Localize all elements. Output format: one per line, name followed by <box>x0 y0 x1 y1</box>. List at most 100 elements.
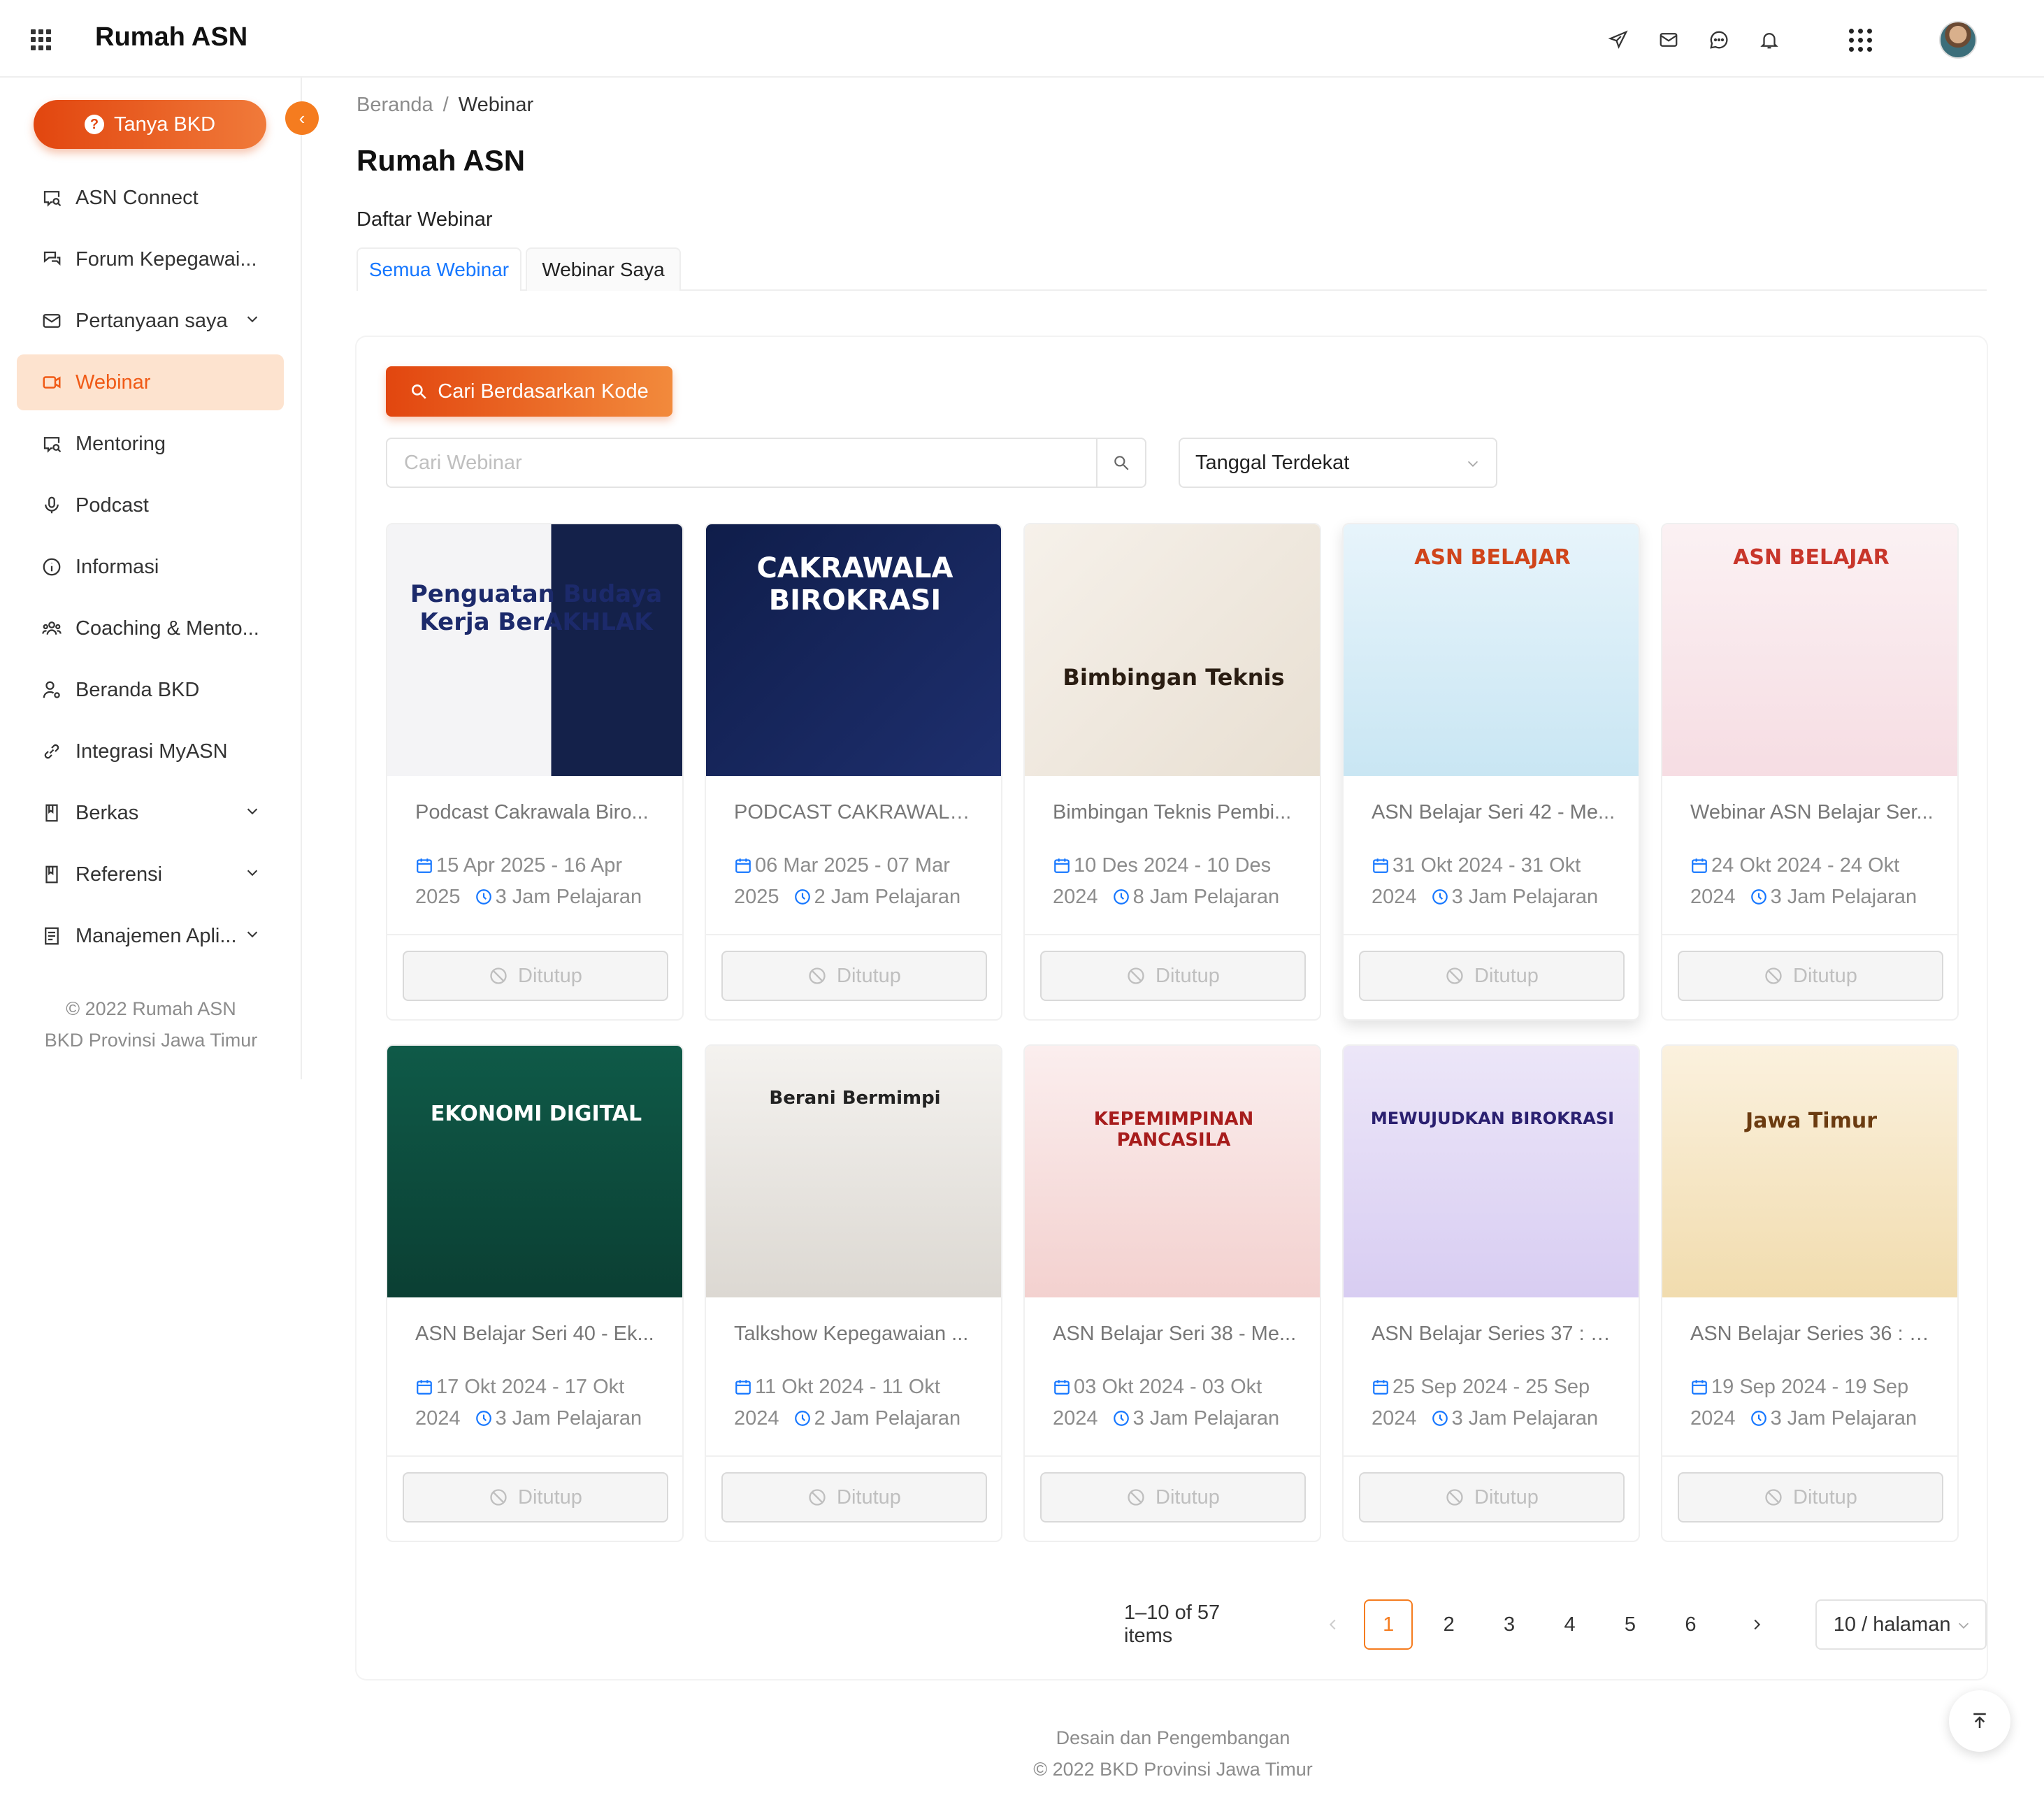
calendar-icon <box>1373 1380 1388 1395</box>
card-divider <box>1662 934 1957 935</box>
send-icon[interactable] <box>1606 27 1631 52</box>
users-icon <box>41 617 63 640</box>
closed-label: Ditutup <box>837 964 901 987</box>
pagination-total: 1–10 of 57 items <box>1124 1601 1221 1647</box>
webinar-card[interactable]: ASN BELAJAR ASN Belajar Seri 42 - Me... … <box>1342 523 1640 1021</box>
card-divider <box>1025 1455 1320 1457</box>
next-page-button[interactable] <box>1743 1611 1771 1639</box>
calendar-icon <box>1054 1380 1070 1395</box>
webinar-card[interactable]: Bimbingan Teknis Bimbingan Teknis Pembi.… <box>1023 523 1321 1021</box>
pagination: 1–10 of 57 items 1 2 3 4 5 6 10 / halama… <box>1124 1599 1987 1650</box>
page-2-button[interactable]: 2 <box>1424 1599 1473 1650</box>
sidebar-item-integrasi-myasn[interactable]: Integrasi MyASN <box>17 724 284 779</box>
webinar-card[interactable]: Penguatan Budaya Kerja BerAKHLAK Podcast… <box>386 523 684 1021</box>
calendar-icon <box>735 858 751 873</box>
webinar-date-start: 15 Apr 2025 <box>436 854 546 877</box>
webinar-hours: 3 Jam Pelajaran <box>1451 886 1599 908</box>
sidebar-item-label: Mentoring <box>75 432 166 455</box>
webinar-thumbnail: Berani Bermimpi <box>706 1046 1001 1297</box>
sidebar-item-referensi[interactable]: Referensi <box>17 847 284 902</box>
user-avatar[interactable] <box>1939 21 1977 59</box>
webinar-date-start: 24 Okt 2024 <box>1711 854 1822 877</box>
breadcrumb-home[interactable]: Beranda <box>357 94 433 116</box>
page-4-button[interactable]: 4 <box>1545 1599 1594 1650</box>
page-3-button[interactable]: 3 <box>1485 1599 1534 1650</box>
page-1-button[interactable]: 1 <box>1363 1599 1413 1650</box>
sidebar-item-coaching[interactable]: Coaching & Mento... <box>17 600 284 656</box>
webinar-meta: 24 Okt 2024 - 24 Okt 2024 3 Jam Pelajara… <box>1690 854 1917 908</box>
search-input[interactable] <box>387 439 1096 487</box>
sidebar-item-manajemen-aplikasi[interactable]: Manajemen Apli... <box>17 908 284 964</box>
ask-bkd-button[interactable]: ? Tanya BKD <box>34 100 266 149</box>
tab-webinar-saya[interactable]: Webinar Saya <box>526 247 681 291</box>
sort-select[interactable]: Tanggal Terdekat <box>1179 438 1497 488</box>
webinar-card[interactable]: CAKRAWALA BIROKRASI PODCAST CAKRAWALA ..… <box>705 523 1002 1021</box>
webinar-card[interactable]: Berani Bermimpi Talkshow Kepegawaian ...… <box>705 1044 1002 1542</box>
webinar-thumbnail: ASN BELAJAR <box>1662 524 1957 776</box>
page-size-select[interactable]: 10 / halaman <box>1815 1599 1987 1650</box>
webinar-card[interactable]: MEWUJUDKAN BIROKRASI ASN Belajar Series … <box>1342 1044 1640 1542</box>
sidebar-item-berkas[interactable]: Berkas <box>17 785 284 841</box>
chat-icon[interactable] <box>1706 27 1732 52</box>
clock-icon <box>475 889 491 905</box>
card-divider <box>1662 1455 1957 1457</box>
sidebar-item-asn-connect[interactable]: ASN Connect <box>17 170 284 226</box>
mail-icon[interactable] <box>1656 27 1681 52</box>
apps-launcher-icon[interactable] <box>1849 28 1872 52</box>
search-by-code-label: Cari Berdasarkan Kode <box>438 380 649 403</box>
sidebar-item-forum[interactable]: Forum Kepegawai... <box>17 231 284 287</box>
webinar-date-start: 06 Mar 2025 <box>755 854 869 877</box>
sidebar-item-label: ASN Connect <box>75 186 199 209</box>
bell-icon[interactable] <box>1757 27 1782 52</box>
book-icon <box>41 863 63 886</box>
card-divider <box>706 934 1001 935</box>
search-button[interactable] <box>1096 439 1145 487</box>
closed-label: Ditutup <box>1793 964 1857 987</box>
sort-select-value: Tanggal Terdekat <box>1195 451 1350 474</box>
webinar-title: ASN Belajar Seri 40 - Ek... <box>415 1323 654 1345</box>
collapse-sidebar-button[interactable]: ‹ <box>285 101 319 135</box>
webinar-date-start: 11 Okt 2024 <box>755 1376 864 1398</box>
page-5-button[interactable]: 5 <box>1606 1599 1655 1650</box>
webinar-meta: 15 Apr 2025 - 16 Apr 2025 3 Jam Pelajara… <box>415 854 642 908</box>
webinar-date-start: 10 Des 2024 <box>1074 854 1189 877</box>
webinar-panel: Cari Berdasarkan Kode Tanggal Terdekat P… <box>357 337 1987 1679</box>
sidebar-item-informasi[interactable]: Informasi <box>17 539 284 595</box>
sidebar-item-label: Webinar <box>75 370 151 394</box>
calendar-icon <box>1692 1380 1707 1395</box>
sidebar-item-pertanyaan[interactable]: Pertanyaan saya <box>17 293 284 349</box>
webinar-card[interactable]: KEPEMIMPINAN PANCASILA ASN Belajar Seri … <box>1023 1044 1321 1542</box>
webinar-title: ASN Belajar Series 37 : M... <box>1372 1323 1616 1345</box>
page-title: Rumah ASN <box>357 144 526 177</box>
webinar-date-start: 25 Sep 2024 <box>1392 1376 1508 1398</box>
closed-label: Ditutup <box>1474 964 1539 987</box>
webinar-card[interactable]: ASN BELAJAR Webinar ASN Belajar Ser... 2… <box>1661 523 1959 1021</box>
sidebar-item-mentoring[interactable]: Mentoring <box>17 416 284 472</box>
footer-copyright: © 2022 BKD Provinsi Jawa Timur <box>1033 1759 1313 1780</box>
prohibited-icon <box>809 967 826 984</box>
webinar-thumbnail-text: CAKRAWALA BIROKRASI <box>756 552 953 617</box>
prohibited-icon <box>1765 1489 1782 1506</box>
calendar-icon <box>417 1380 432 1395</box>
prev-page-button[interactable] <box>1320 1611 1347 1639</box>
sidebar-item-label: Berkas <box>75 801 139 824</box>
webinar-card[interactable]: Jawa Timur ASN Belajar Series 36 : J... … <box>1661 1044 1959 1542</box>
back-to-top-button[interactable] <box>1949 1690 2010 1752</box>
page-6-button[interactable]: 6 <box>1666 1599 1715 1650</box>
sidebar-item-podcast[interactable]: Podcast <box>17 477 284 533</box>
search-by-code-button[interactable]: Cari Berdasarkan Kode <box>386 366 672 417</box>
sidebar-item-label: Podcast <box>75 494 149 517</box>
closed-button: Ditutup <box>1678 1472 1943 1523</box>
closed-label: Ditutup <box>518 1485 582 1509</box>
sidebar-nav: ASN Connect Forum Kepegawai... Pertanyaa… <box>17 170 284 970</box>
chat-search-icon <box>41 433 63 455</box>
menu-grid-icon[interactable] <box>31 29 52 50</box>
sidebar-item-beranda-bkd[interactable]: Beranda BKD <box>17 662 284 718</box>
clock-icon <box>1750 889 1766 905</box>
webinar-title: ASN Belajar Seri 42 - Me... <box>1372 801 1615 823</box>
tab-semua-webinar[interactable]: Semua Webinar <box>357 247 521 291</box>
prohibited-icon <box>490 967 507 984</box>
sidebar-item-webinar[interactable]: Webinar <box>17 354 284 410</box>
webinar-card[interactable]: EKONOMI DIGITAL ASN Belajar Seri 40 - Ek… <box>386 1044 684 1542</box>
webinar-date-start: 19 Sep 2024 <box>1711 1376 1827 1398</box>
